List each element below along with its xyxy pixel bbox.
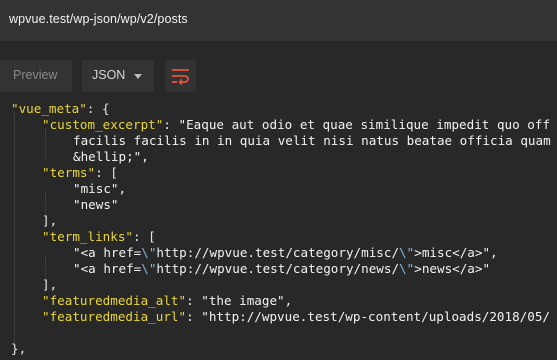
code-line: ],	[42, 213, 58, 228]
json-string: "misc",	[73, 181, 127, 196]
code-line: },	[11, 341, 27, 356]
url-text[interactable]: wpvue.test/wp-json/wp/v2/posts	[9, 12, 188, 26]
code-line: "featuredmedia_url": "http://wpvue.test/…	[42, 309, 551, 324]
json-string: &hellip;",	[73, 149, 149, 164]
code-line: "news"	[73, 197, 119, 213]
json-key: "vue_meta"	[11, 101, 87, 116]
json-string: "the image",	[201, 293, 293, 308]
code-line: "custom_excerpt": "Eaque aut odio et qua…	[42, 117, 551, 132]
wrap-lines-button[interactable]	[165, 60, 196, 92]
code-line: "misc",	[73, 181, 126, 197]
preview-button-label: Preview	[13, 68, 58, 82]
json-key: "custom_excerpt"	[42, 117, 164, 132]
response-body[interactable]: "vue_meta": { "custom_excerpt": "Eaque a…	[0, 96, 557, 360]
code-line: "term_links": [	[42, 229, 156, 244]
escape-char: \"	[141, 261, 157, 276]
code-line: &hellip;",	[73, 149, 149, 165]
json-key: "featuredmedia_url"	[42, 309, 187, 324]
code-line: "terms": [	[42, 165, 118, 180]
json-key: "featuredmedia_alt"	[42, 293, 187, 308]
indent-guide	[14, 112, 15, 352]
escape-char: \"	[399, 245, 415, 260]
format-select[interactable]: JSON	[82, 60, 154, 92]
code-line: facilis facilis in in quia velit nisi na…	[73, 133, 551, 149]
json-string: "Eaque aut odio et quae similique impedi…	[178, 117, 551, 132]
url-bar[interactable]: wpvue.test/wp-json/wp/v2/posts	[0, 0, 557, 42]
code-line: "vue_meta": {	[11, 101, 110, 116]
code-line: ],	[42, 277, 58, 292]
escape-char: \"	[141, 245, 157, 260]
json-string: "news"	[73, 197, 119, 212]
format-select-label: JSON	[92, 68, 126, 82]
wrap-lines-icon	[172, 69, 189, 85]
response-toolbar: Preview JSON	[0, 42, 557, 94]
code-line: "<a href=\"http://wpvue.test/category/mi…	[73, 245, 498, 260]
code-line: "featuredmedia_alt": "the image",	[42, 293, 293, 308]
chevron-down-icon	[134, 74, 142, 79]
json-key: "terms"	[42, 165, 96, 180]
json-key: "term_links"	[42, 229, 133, 244]
escape-char: \"	[399, 261, 415, 276]
preview-button[interactable]: Preview	[0, 60, 72, 92]
json-string: facilis facilis in in quia velit nisi na…	[73, 133, 551, 148]
json-string: "http://wpvue.test/wp-content/uploads/20…	[201, 309, 551, 324]
code-line: "<a href=\"http://wpvue.test/category/ne…	[73, 261, 491, 276]
